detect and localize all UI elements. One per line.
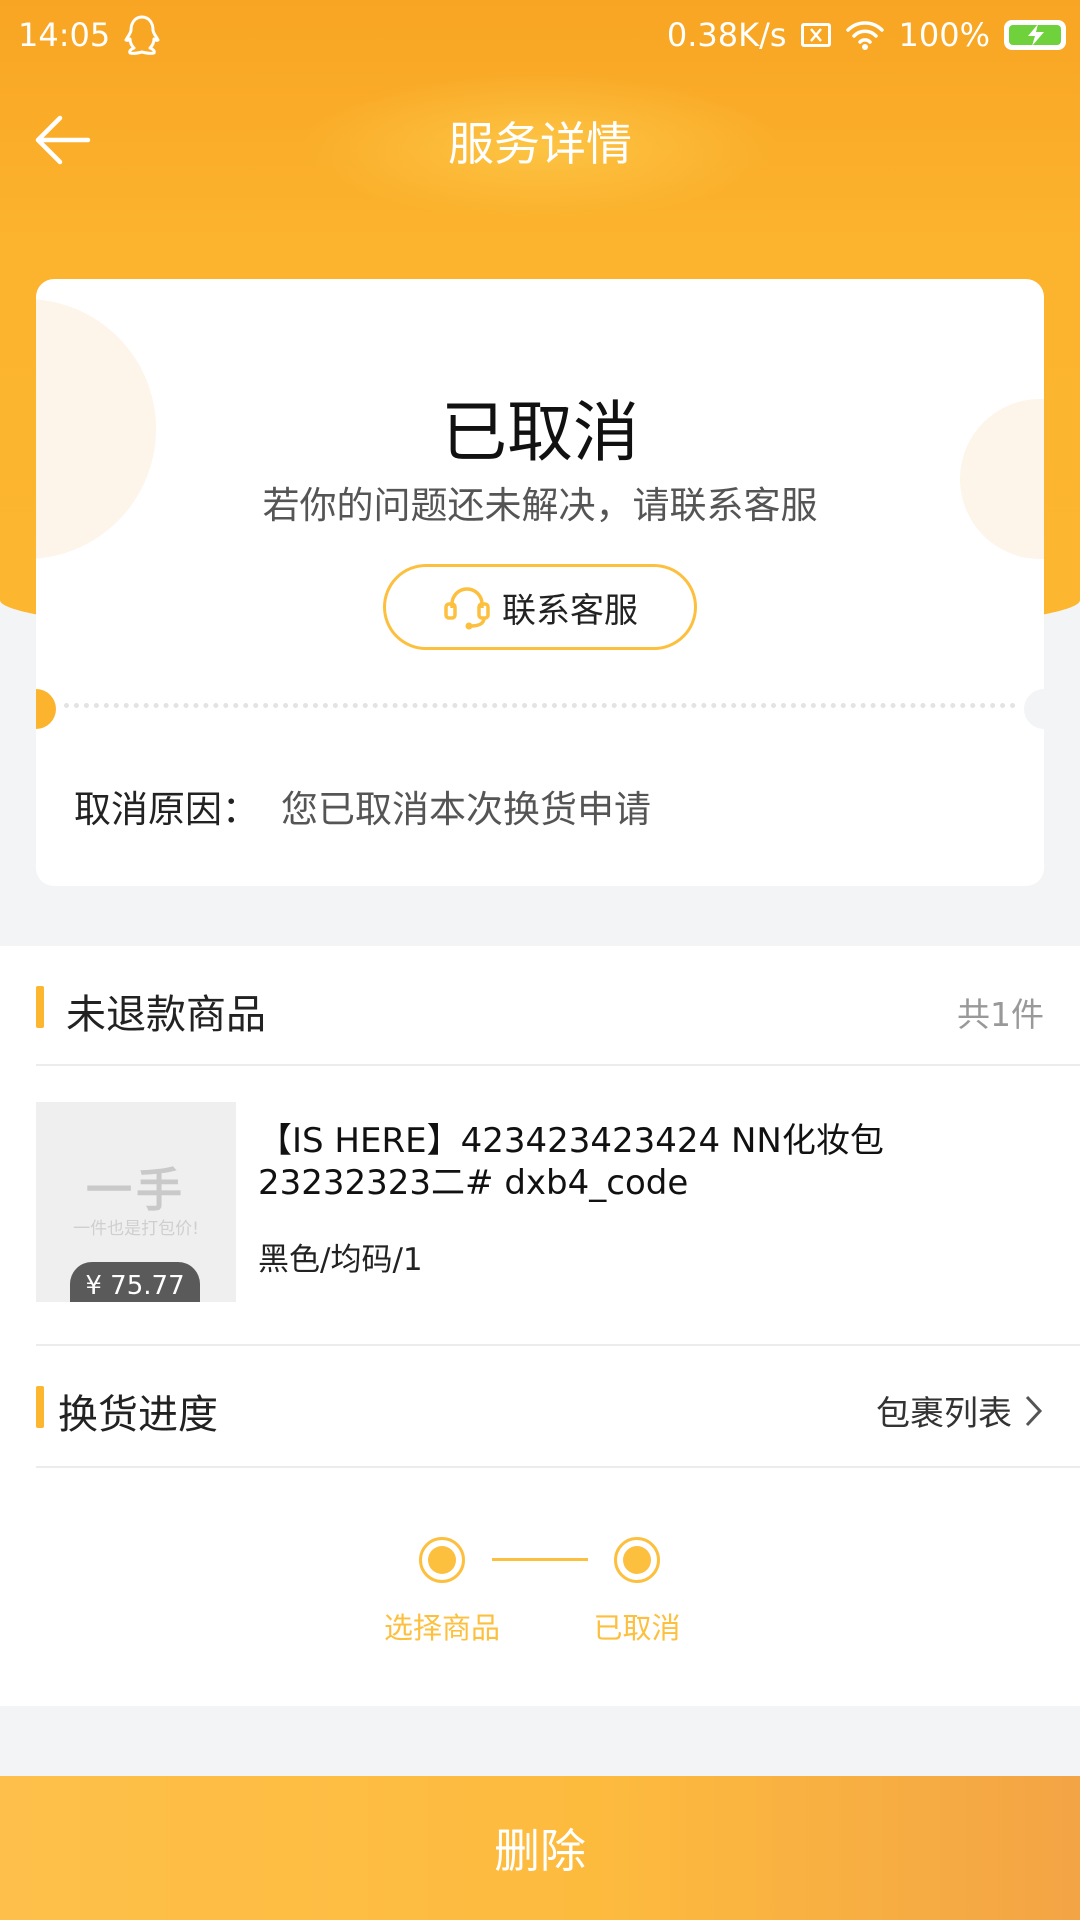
step-label-select: 选择商品 [383, 1611, 500, 1645]
section-accent-bar [36, 986, 44, 1028]
product-spec: 黑色/均码/1 [258, 1242, 423, 1278]
status-hint: 若你的问题还未解决，请联系客服 [262, 484, 818, 527]
contact-service-label: 联系客服 [502, 590, 638, 631]
status-time: 14:05 [18, 16, 111, 54]
cancel-reason-label: 取消原因： [74, 788, 259, 831]
step-dot-cancelled [614, 1537, 660, 1583]
step-label-cancelled: 已取消 [593, 1611, 681, 1645]
divider [36, 1344, 1080, 1346]
content-section [0, 946, 1080, 1706]
cancel-reason-value: 您已取消本次换货申请 [281, 788, 651, 831]
qq-penguin-icon [124, 15, 160, 55]
section-title-progress: 换货进度 [58, 1392, 218, 1438]
delete-button[interactable]: 删除 [0, 1776, 1080, 1920]
data-off-icon [800, 23, 831, 47]
wifi-icon [845, 21, 884, 50]
contact-service-button[interactable]: 联系客服 [383, 564, 697, 650]
net-speed: 0.38K/s [666, 16, 787, 54]
thumbnail-brand-text: 一手 [86, 1163, 186, 1217]
status-title: 已取消 [441, 394, 639, 471]
product-thumbnail[interactable]: 一手 一件也是打包价! ¥ 75.77 [36, 1102, 236, 1302]
status-bar: 14:05 0.38K/s 100% [0, 0, 1080, 72]
card-notch [1024, 689, 1044, 729]
package-list-link[interactable]: 包裹列表 [876, 1386, 1044, 1435]
card-notch [36, 689, 56, 729]
package-list-label: 包裹列表 [876, 1394, 1012, 1434]
step-dot-select [419, 1537, 465, 1583]
item-count: 共1件 [957, 995, 1044, 1034]
dotted-divider [64, 703, 1016, 708]
thumbnail-slogan-text: 一件也是打包价! [73, 1219, 199, 1239]
chevron-right-icon [1025, 1395, 1043, 1426]
status-right: 0.38K/s 100% [667, 16, 1066, 54]
section-title-products: 未退款商品 [66, 992, 266, 1038]
step-connector [492, 1558, 588, 1561]
section-accent-bar [36, 1386, 44, 1428]
battery-icon [1004, 20, 1066, 50]
battery-percent: 100% [898, 16, 990, 54]
status-card: 已取消 若你的问题还未解决，请联系客服 联系客服 取消原因： 您已取消本次换货申… [36, 279, 1044, 886]
divider [36, 1064, 1080, 1066]
product-title[interactable]: 【IS HERE】423423423424 NN化妆包 23232323二# d… [258, 1120, 1048, 1204]
price-badge: ¥ 75.77 [70, 1262, 200, 1302]
divider [36, 1466, 1080, 1468]
headset-icon [444, 587, 490, 630]
page-title: 服务详情 [448, 117, 632, 171]
